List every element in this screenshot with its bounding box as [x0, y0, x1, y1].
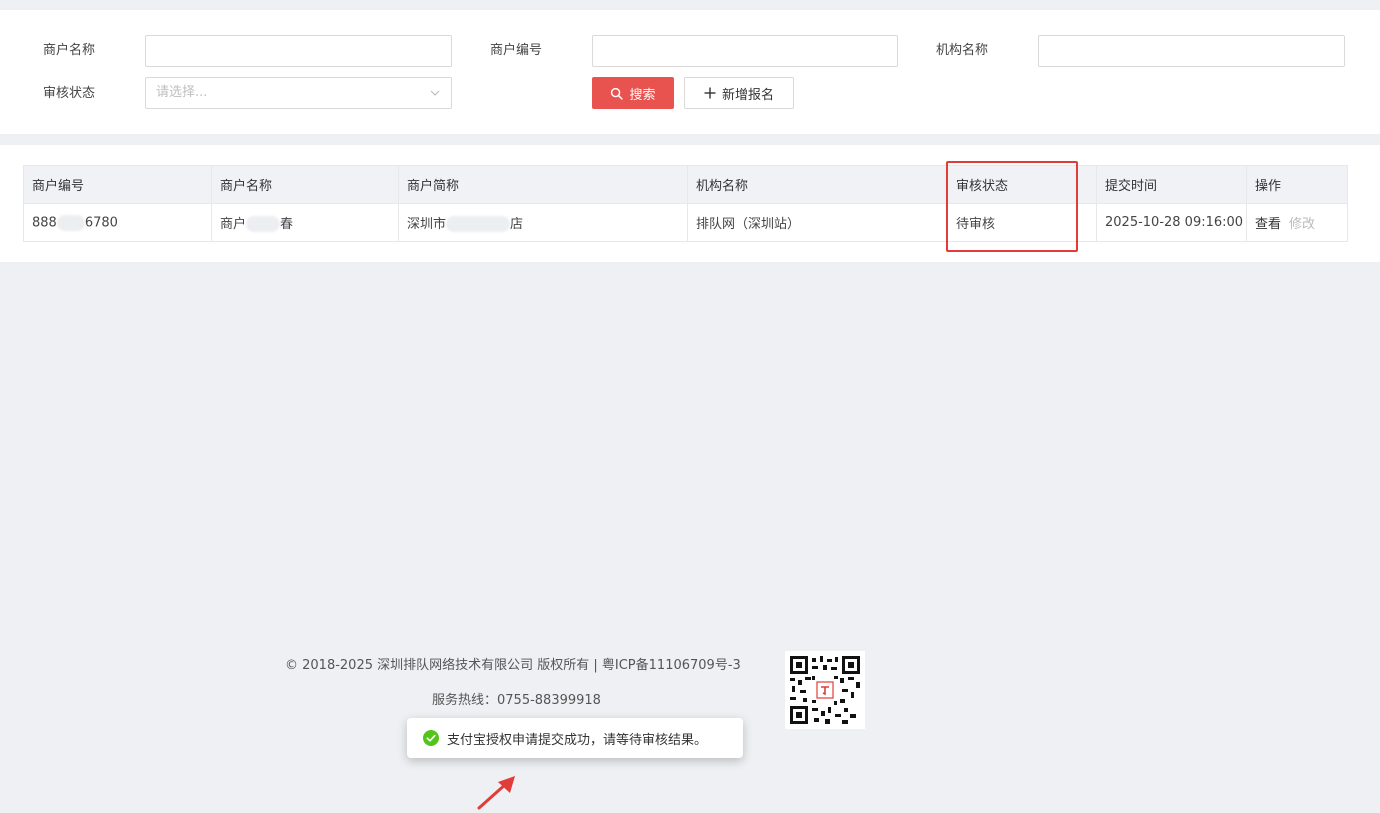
header-short-name: 商户简称 — [398, 165, 688, 204]
redacted-blur — [56, 214, 85, 231]
merchant-no-label: 商户编号 — [490, 43, 543, 58]
redacted-blur — [446, 216, 511, 233]
plus-icon — [704, 87, 716, 99]
add-registration-button[interactable]: 新增报名 — [684, 77, 794, 109]
header-submit-time: 提交时间 — [1096, 165, 1247, 204]
status-label: 审核状态 — [43, 86, 96, 101]
cell-status: 待审核 — [947, 203, 1097, 242]
page: 商户名称 商户编号 机构名称 审核状态 请选择... 搜索 新增报名 商户编号 … — [0, 0, 1380, 813]
merchant-no-prefix: 888 — [32, 215, 57, 230]
cell-actions: 查看 修改 — [1246, 203, 1348, 242]
search-button[interactable]: 搜索 — [592, 77, 674, 109]
org-name-input[interactable] — [1038, 35, 1345, 67]
merchant-name-suffix: 春 — [280, 216, 294, 232]
cell-short-name: 深圳市 店 — [398, 203, 688, 242]
red-arrow-annotation — [477, 776, 515, 810]
merchant-no-input[interactable] — [592, 35, 898, 67]
org-name-label: 机构名称 — [936, 43, 989, 58]
success-toast: 支付宝授权申请提交成功，请等待审核结果。 — [407, 718, 743, 758]
short-name-suffix: 店 — [510, 216, 524, 232]
header-merchant-no: 商户编号 — [23, 165, 212, 204]
cell-org-name: 排队网（深圳站） — [687, 203, 948, 242]
footer-copyright: © 2018-2025 深圳排队网络技术有限公司 版权所有 | 粤ICP备111… — [285, 658, 741, 673]
merchant-name-input[interactable] — [145, 35, 452, 67]
filter-panel: 商户名称 商户编号 机构名称 审核状态 请选择... 搜索 新增报名 — [0, 10, 1380, 134]
cell-merchant-name: 商户 春 — [211, 203, 399, 242]
qr-code — [785, 651, 865, 729]
chevron-down-icon — [430, 90, 440, 96]
header-merchant-name: 商户名称 — [211, 165, 399, 204]
short-name-prefix: 深圳市 — [407, 216, 447, 232]
edit-link[interactable]: 修改 — [1289, 217, 1315, 232]
view-link[interactable]: 查看 — [1255, 217, 1281, 232]
merchant-name-label: 商户名称 — [43, 43, 96, 58]
table-row: 888 6780 商户 春 深圳市 店 排队网（深圳站） 待审核 2025-10-28… — [23, 203, 1348, 242]
redacted-blur — [246, 216, 281, 233]
header-status: 审核状态 — [947, 165, 1097, 204]
search-icon — [611, 87, 624, 100]
header-org-name: 机构名称 — [687, 165, 948, 204]
merchant-name-prefix: 商户 — [220, 216, 247, 232]
cell-merchant-no: 888 6780 — [23, 203, 212, 242]
footer-hotline: 服务热线：0755-88399918 — [432, 693, 601, 708]
success-check-icon — [423, 730, 439, 746]
add-button-label: 新增报名 — [721, 87, 774, 103]
status-select-placeholder: 请选择... — [156, 85, 208, 100]
qr-code-icon — [790, 656, 860, 724]
status-select[interactable]: 请选择... — [145, 77, 452, 109]
search-button-label: 搜索 — [629, 87, 656, 103]
cell-submit-time: 2025-10-28 09:16:00 — [1096, 203, 1247, 242]
merchant-table: 商户编号 商户名称 商户简称 机构名称 审核状态 提交时间 操作 888 6780… — [23, 165, 1348, 242]
table-header-row: 商户编号 商户名称 商户简称 机构名称 审核状态 提交时间 操作 — [23, 165, 1348, 204]
header-actions: 操作 — [1246, 165, 1348, 204]
toast-message: 支付宝授权申请提交成功，请等待审核结果。 — [447, 732, 708, 748]
table-panel: 商户编号 商户名称 商户简称 机构名称 审核状态 提交时间 操作 888 6780… — [0, 145, 1380, 262]
merchant-no-suffix: 6780 — [84, 215, 118, 230]
